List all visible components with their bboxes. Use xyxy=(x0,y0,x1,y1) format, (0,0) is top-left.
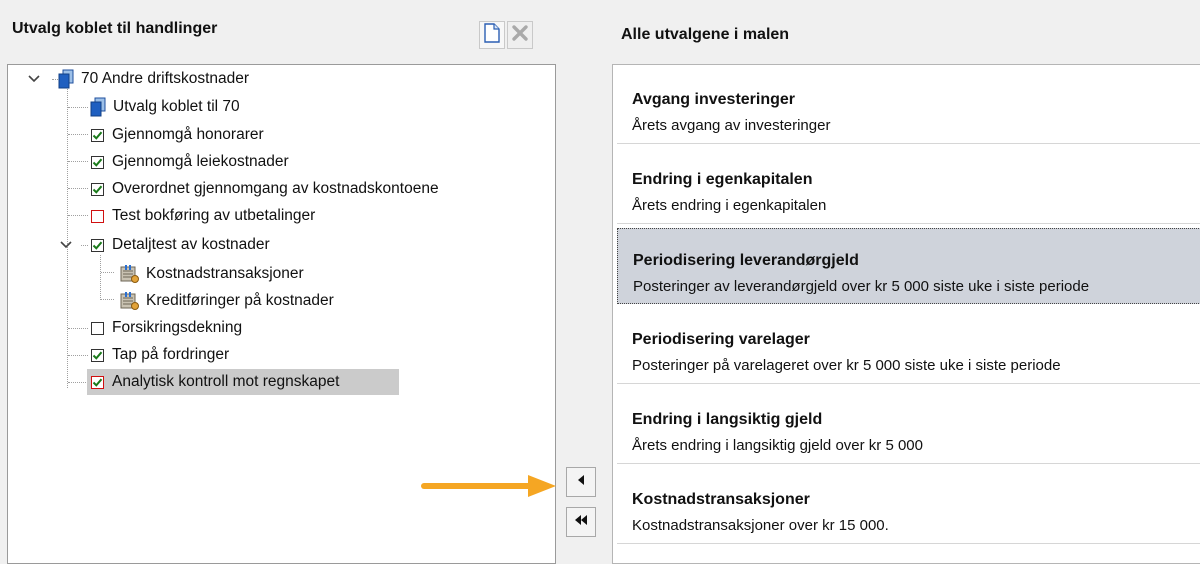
tree-node-label: Utvalg koblet til 70 xyxy=(113,98,240,115)
tree-connector xyxy=(68,215,88,216)
tree-node-label: Detaljtest av kostnader xyxy=(112,236,270,253)
tree-node-test-bokforing[interactable]: Test bokføring av utbetalinger xyxy=(91,203,315,229)
checkbox-unchecked-red[interactable] xyxy=(91,209,104,223)
tree-node-label: Gjennomgå honorarer xyxy=(112,126,264,143)
tree-connector xyxy=(68,328,88,329)
tree-connector xyxy=(68,161,88,162)
tree-node-gjennomga-honorarer[interactable]: Gjennomgå honorarer xyxy=(91,122,264,148)
selection-filter-icon xyxy=(118,291,140,311)
checkbox-checked-red[interactable] xyxy=(91,375,104,389)
tree-node-gjennomga-leiekostnader[interactable]: Gjennomgå leiekostnader xyxy=(91,149,289,175)
list-item-title: Avgang investeringer xyxy=(632,91,796,108)
list-item-description: Årets avgang av investeringer xyxy=(632,117,831,134)
tree-node-overordnet-gjennomgang[interactable]: Overordnet gjennomgang av kostnadskontoe… xyxy=(91,176,439,202)
tree-node-label: Test bokføring av utbetalinger xyxy=(112,207,316,224)
expand-toggle[interactable] xyxy=(27,72,41,86)
tree-node-label: 70 Andre driftskostnader xyxy=(81,70,250,87)
document-stack-icon xyxy=(57,69,75,89)
tree-connector xyxy=(101,299,114,300)
list-item[interactable]: Periodisering varelager Posteringer på v… xyxy=(617,308,1200,384)
list-item-title: Periodisering varelager xyxy=(632,331,810,348)
annotation-arrow xyxy=(420,471,560,506)
delete-selection-button[interactable] xyxy=(507,21,533,49)
tree-node-kreditforinger[interactable]: Kreditføringer på kostnader xyxy=(118,288,334,314)
list-item-selected[interactable]: Periodisering leverandørgjeld Posteringe… xyxy=(617,228,1200,304)
tree-node-analytisk-kontroll[interactable]: Analytisk kontroll mot regnskapet xyxy=(87,369,399,395)
list-item-description: Årets endring i egenkapitalen xyxy=(632,197,827,214)
template-selections-list: Avgang investeringer Årets avgang av inv… xyxy=(612,64,1200,564)
checkbox-checked[interactable] xyxy=(91,155,104,169)
tree-node-label: Gjennomgå leiekostnader xyxy=(112,153,289,170)
list-item-description: Årets endring i langsiktig gjeld over kr… xyxy=(632,437,923,454)
tree-node-label: Forsikringsdekning xyxy=(112,319,243,336)
checkbox-checked[interactable] xyxy=(91,182,104,196)
tree-node-label: Tap på fordringer xyxy=(112,346,230,363)
double-arrow-left-icon xyxy=(574,513,588,531)
tree-node-label: Kreditføringer på kostnader xyxy=(146,292,334,309)
tree-connector xyxy=(68,355,88,356)
checkbox-checked[interactable] xyxy=(91,348,104,362)
list-item[interactable]: Endring i langsiktig gjeld Årets endring… xyxy=(617,388,1200,464)
tree-node-forsikringsdekning[interactable]: Forsikringsdekning xyxy=(91,315,242,341)
tree-connector xyxy=(68,382,88,383)
new-document-icon xyxy=(484,22,500,48)
tree-node-label: Analytisk kontroll mot regnskapet xyxy=(112,373,340,390)
tree-node-detaljtest[interactable]: Detaljtest av kostnader xyxy=(91,232,270,258)
list-item-description: Posteringer av leverandørgjeld over kr 5… xyxy=(633,278,1090,295)
tree-node-account-70[interactable]: 70 Andre driftskostnader xyxy=(57,66,249,92)
tree-node-kostnadstransaksjoner[interactable]: Kostnadstransaksjoner xyxy=(118,261,304,287)
delete-x-icon xyxy=(511,24,529,47)
arrow-left-icon xyxy=(576,473,586,491)
tree-node-label: Kostnadstransaksjoner xyxy=(146,265,304,282)
chevron-down-icon xyxy=(28,70,40,88)
expand-toggle[interactable] xyxy=(59,238,73,252)
list-item[interactable]: Kostnadstransaksjoner Kostnadstransaksjo… xyxy=(617,468,1200,544)
list-item-description: Kostnadstransaksjoner over kr 15 000. xyxy=(632,517,889,534)
list-item[interactable]: Endring i egenkapitalen Årets endring i … xyxy=(617,148,1200,224)
left-panel-title: Utvalg koblet til handlinger xyxy=(12,20,218,37)
checkbox-checked[interactable] xyxy=(91,238,104,252)
tree-connector xyxy=(101,272,114,273)
list-item-description: Posteringer på varelageret over kr 5 000… xyxy=(632,357,1061,374)
new-selection-button[interactable] xyxy=(479,21,505,49)
tree-connector xyxy=(68,107,88,108)
tree-node-label: Overordnet gjennomgang av kostnadskontoe… xyxy=(112,180,439,197)
list-item-title: Endring i langsiktig gjeld xyxy=(632,411,823,428)
right-panel-title: Alle utvalgene i malen xyxy=(621,26,790,43)
tree-connector xyxy=(68,134,88,135)
list-item-title: Periodisering leverandørgjeld xyxy=(633,252,859,269)
checkbox-checked[interactable] xyxy=(91,128,104,142)
chevron-down-icon xyxy=(60,236,72,254)
tree-connector xyxy=(81,245,88,246)
list-item[interactable]: Avgang investeringer Årets avgang av inv… xyxy=(617,68,1200,144)
selection-filter-icon xyxy=(118,264,140,284)
tree-connector xyxy=(68,188,88,189)
checkbox-unchecked[interactable] xyxy=(91,321,104,335)
document-stack-icon xyxy=(89,97,107,117)
tree-node-tap-pa-fordringer[interactable]: Tap på fordringer xyxy=(91,342,229,368)
tree-node-linked-selection[interactable]: Utvalg koblet til 70 xyxy=(89,94,240,120)
list-item-title: Kostnadstransaksjoner xyxy=(632,491,810,508)
list-item-title: Endring i egenkapitalen xyxy=(632,171,813,188)
move-all-left-button[interactable] xyxy=(566,507,596,537)
move-selected-left-button[interactable] xyxy=(566,467,596,497)
tree-connector xyxy=(100,255,101,300)
